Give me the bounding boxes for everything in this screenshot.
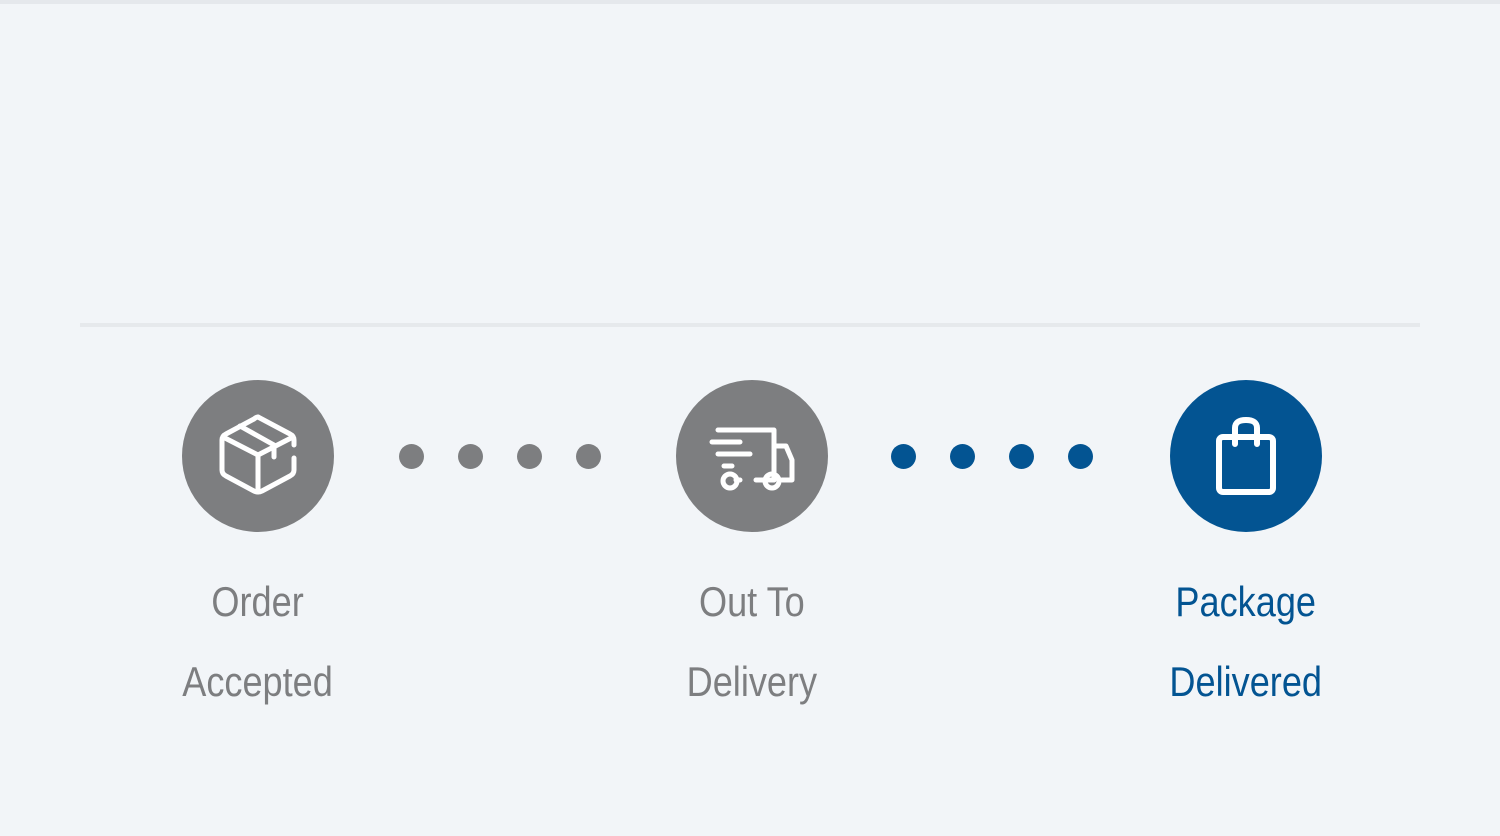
progress-dot bbox=[576, 443, 601, 469]
progress-dot bbox=[891, 443, 916, 469]
step-order-accepted: Order Accepted bbox=[108, 380, 408, 722]
progress-dot bbox=[399, 443, 424, 469]
step-label-line: Order bbox=[211, 578, 305, 625]
step-package-delivered: Package Delivered bbox=[1096, 380, 1396, 722]
progress-connector-1 bbox=[399, 443, 601, 469]
step-package-delivered-circle bbox=[1170, 380, 1322, 532]
progress-dot bbox=[517, 443, 542, 469]
step-label-line: Delivery bbox=[686, 658, 818, 705]
step-label-line: Accepted bbox=[182, 658, 334, 705]
progress-connector-2 bbox=[891, 443, 1093, 469]
top-border bbox=[0, 0, 1500, 4]
step-out-to-delivery-label: Out To Delivery bbox=[687, 562, 817, 722]
progress-dot bbox=[458, 443, 483, 469]
shopping-bag-icon bbox=[1216, 417, 1276, 495]
step-label-line: Out To bbox=[699, 578, 805, 625]
package-box-icon bbox=[219, 414, 297, 495]
step-label-line: Delivered bbox=[1169, 658, 1323, 705]
progress-dot bbox=[950, 443, 975, 469]
step-label-line: Package bbox=[1175, 578, 1317, 625]
section-divider bbox=[80, 323, 1420, 327]
step-out-to-delivery-circle bbox=[676, 380, 828, 532]
step-out-to-delivery: Out To Delivery bbox=[602, 380, 902, 722]
progress-dot bbox=[1068, 443, 1093, 469]
step-package-delivered-label: Package Delivered bbox=[1170, 562, 1323, 722]
step-order-accepted-label: Order Accepted bbox=[183, 562, 334, 722]
progress-dot bbox=[1009, 443, 1034, 469]
step-order-accepted-circle bbox=[182, 380, 334, 532]
delivery-truck-icon bbox=[709, 427, 795, 491]
